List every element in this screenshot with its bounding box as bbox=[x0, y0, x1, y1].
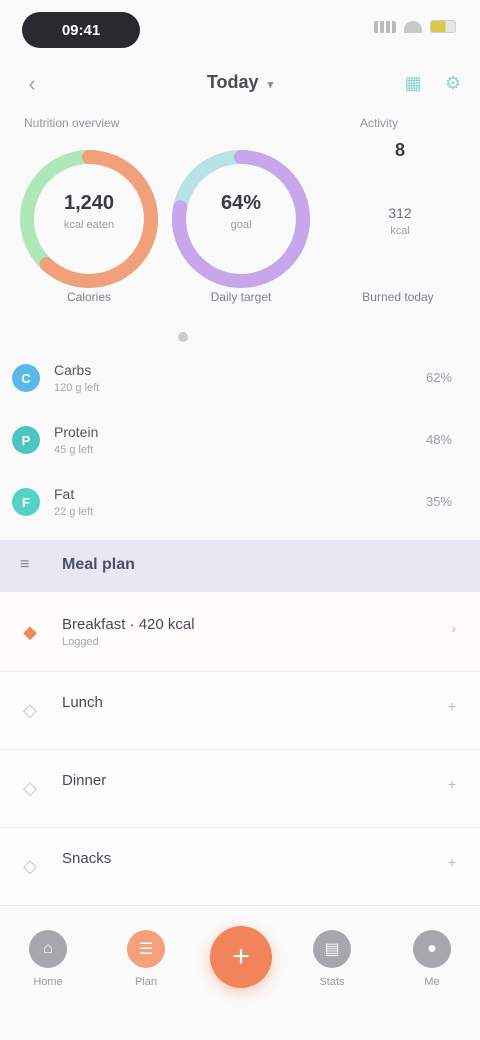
nav-label: Stats bbox=[319, 976, 345, 988]
nutrient-row[interactable]: F Fat 22 g left 35% bbox=[0, 474, 480, 536]
ring-caption: Daily target bbox=[210, 290, 272, 304]
calorie-ring[interactable]: 1,240 kcal eaten bbox=[14, 144, 164, 294]
nutrient-percent: 48% bbox=[425, 432, 452, 447]
nav-me[interactable]: ● Me bbox=[402, 930, 462, 988]
ring-unit: kcal eaten bbox=[63, 219, 115, 231]
meal-title: Lunch bbox=[62, 694, 103, 711]
chevron-down-icon: ▾ bbox=[267, 79, 274, 91]
page-title-text: Today bbox=[206, 72, 259, 92]
meal-list: ◆ Breakfast · 420 kcal Logged › ◇ Lunch … bbox=[0, 594, 480, 906]
nutrient-name: Carbs bbox=[54, 362, 92, 378]
stats-icon: ▤ bbox=[313, 930, 351, 968]
dinner-icon: ◇ bbox=[23, 777, 37, 798]
status-bar: 09:41 bbox=[0, 0, 480, 60]
nav-stats[interactable]: ▤ Stats bbox=[302, 930, 362, 988]
nutrient-percent: 62% bbox=[425, 370, 452, 385]
user-icon: ● bbox=[413, 930, 451, 968]
meal-subtitle: Logged bbox=[62, 636, 99, 648]
burned-value: 312 bbox=[388, 205, 412, 221]
nutrient-remaining: 120 g left bbox=[54, 382, 100, 394]
add-icon[interactable]: + bbox=[448, 854, 456, 870]
fat-icon: F bbox=[12, 488, 40, 516]
nutrient-remaining: 45 g left bbox=[54, 444, 94, 456]
add-icon[interactable]: + bbox=[448, 698, 456, 714]
snack-icon: ◇ bbox=[23, 855, 37, 876]
ring-unit: goal bbox=[230, 219, 252, 231]
nutrient-row[interactable]: C Carbs 120 g left 62% bbox=[0, 350, 480, 412]
nav-label: Me bbox=[424, 976, 440, 988]
app-screen: 09:41 ‹ Today ▾ ▦ ⚙ Nutrition overview A… bbox=[0, 0, 480, 1040]
list-icon: ≡ bbox=[20, 556, 30, 573]
nutrient-row[interactable]: P Protein 45 g left 48% bbox=[0, 412, 480, 474]
wifi-icon bbox=[404, 20, 422, 33]
meal-title: Dinner bbox=[62, 772, 107, 789]
burned-stat[interactable]: 8 312 kcal bbox=[350, 134, 450, 237]
add-icon[interactable]: + bbox=[448, 776, 456, 792]
meal-title: Snacks bbox=[62, 850, 112, 867]
signal-icon bbox=[374, 20, 396, 33]
nutrient-name: Protein bbox=[54, 424, 99, 440]
calendar-icon[interactable]: ▦ bbox=[400, 70, 426, 96]
protein-icon: P bbox=[12, 426, 40, 454]
lunch-icon: ◇ bbox=[23, 699, 37, 720]
nav-label: Home bbox=[33, 976, 63, 988]
meal-row-breakfast[interactable]: ◆ Breakfast · 420 kcal Logged › bbox=[0, 594, 480, 672]
bottom-nav: ⌂ Home ☰ Plan + ▤ Stats ● Me bbox=[0, 910, 480, 1040]
page-indicator-dot[interactable] bbox=[178, 332, 188, 342]
burned-count: 8 bbox=[394, 140, 405, 160]
status-time-pill: 09:41 bbox=[22, 12, 140, 48]
top-header: ‹ Today ▾ ▦ ⚙ bbox=[0, 62, 480, 106]
ring-caption: Calories bbox=[66, 290, 111, 304]
burned-caption: Burned today bbox=[362, 290, 434, 304]
meal-title: Breakfast · 420 kcal bbox=[62, 616, 195, 633]
nutrient-list: C Carbs 120 g left 62% P Protein 45 g le… bbox=[0, 350, 480, 536]
burned-unit: kcal bbox=[390, 225, 410, 237]
activity-label: Activity bbox=[360, 116, 399, 130]
section-title: Meal plan bbox=[62, 556, 135, 573]
nutrient-percent: 35% bbox=[425, 494, 452, 509]
chevron-right-icon: › bbox=[451, 620, 456, 636]
header-actions: ▦ ⚙ bbox=[400, 70, 466, 96]
summary-label: Nutrition overview bbox=[24, 116, 120, 130]
meal-section-header[interactable]: ≡ Meal plan bbox=[0, 540, 480, 592]
add-entry-button[interactable]: + bbox=[210, 926, 272, 988]
carbs-icon: C bbox=[12, 364, 40, 392]
status-icons bbox=[374, 20, 456, 33]
meal-row-snacks[interactable]: ◇ Snacks + bbox=[0, 828, 480, 906]
nutrient-remaining: 22 g left bbox=[54, 506, 94, 518]
ring-value: 1,240 bbox=[63, 192, 115, 214]
target-ring[interactable]: 64% goal bbox=[166, 144, 316, 294]
meal-row-dinner[interactable]: ◇ Dinner + bbox=[0, 750, 480, 828]
battery-icon bbox=[430, 20, 456, 33]
nutrient-name: Fat bbox=[54, 486, 75, 502]
plan-icon: ☰ bbox=[127, 930, 165, 968]
home-icon: ⌂ bbox=[29, 930, 67, 968]
settings-icon[interactable]: ⚙ bbox=[440, 70, 466, 96]
ring-value: 64% bbox=[220, 192, 262, 214]
meal-row-lunch[interactable]: ◇ Lunch + bbox=[0, 672, 480, 750]
nav-home[interactable]: ⌂ Home bbox=[18, 930, 78, 988]
nav-plan[interactable]: ☰ Plan bbox=[116, 930, 176, 988]
breakfast-icon: ◆ bbox=[23, 621, 37, 642]
nav-label: Plan bbox=[134, 976, 158, 988]
